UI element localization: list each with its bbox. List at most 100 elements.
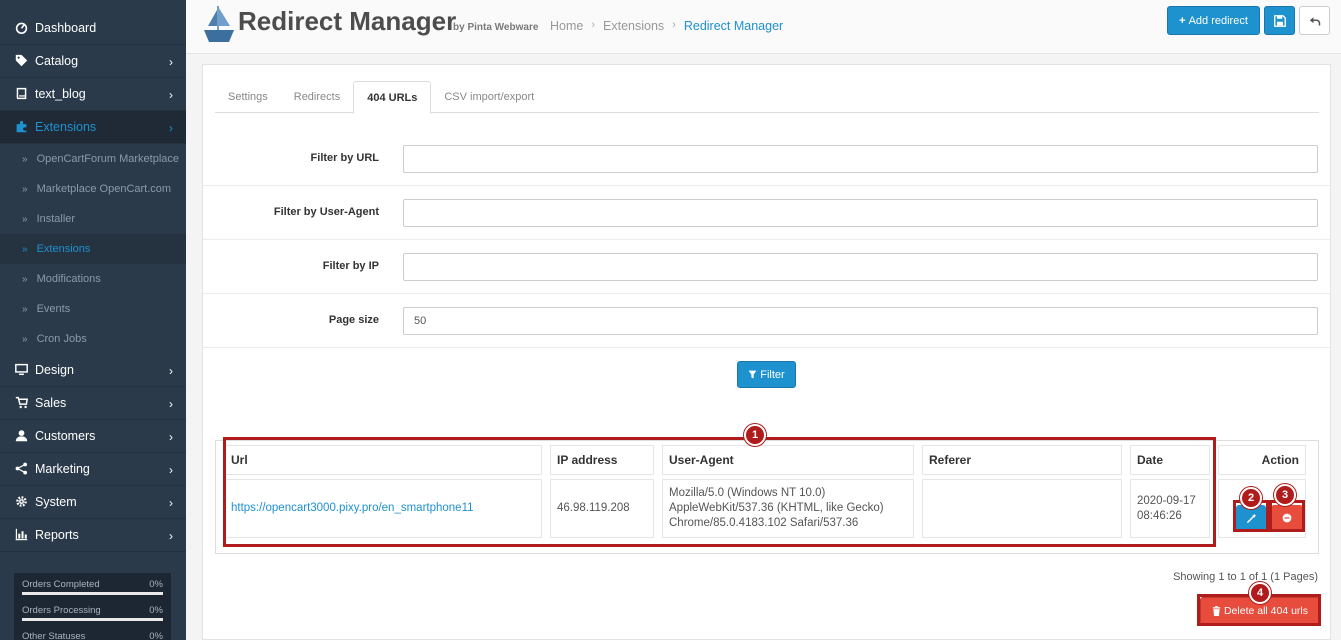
double-chevron-icon: » [22,183,28,195]
sidebar-top-spacer [0,0,186,12]
sidebar-item-label: Dashboard [35,21,97,35]
stat-other-statuses: Other Statuses 0% [22,631,163,640]
page-title: Redirect Manager [238,6,457,36]
chevron-right-icon: › [169,364,173,378]
share-icon [14,462,28,476]
filter-ip-row: Filter by IP [203,240,1330,294]
sidebar-item-label: Catalog [35,54,79,68]
subnav-item-extensions[interactable]: » Extensions [0,234,186,264]
filter-ua-input[interactable] [403,199,1318,227]
bar-chart-icon [14,528,28,542]
plus-icon: + [1179,14,1186,27]
sidebar-item-dashboard[interactable]: Dashboard [0,12,186,45]
sidebar-item-label: Extensions [35,120,97,134]
page-header: Redirect Manager by Pinta Webware Home ›… [186,0,1341,54]
filter-url-input[interactable] [403,145,1318,173]
page-size-input[interactable]: 50 [403,307,1318,335]
sidebar-item-text-blog[interactable]: text_blog › [0,78,186,111]
sidebar-item-label: Design [35,363,74,377]
extensions-submenu: » OpenCartForum Marketplace » Marketplace … [0,144,186,354]
subnav-item-label: Cron Jobs [36,333,87,345]
ship-logo-icon [204,6,234,42]
stat-label: Other Statuses [22,631,86,640]
stat-progress-bar [22,592,163,595]
sidebar-item-design[interactable]: Design › [0,354,186,387]
chevron-right-icon: › [169,430,173,444]
tab-redirects[interactable]: Redirects [281,81,353,113]
tab-bar: Settings Redirects 404 URLs CSV import/e… [215,81,1319,114]
subnav-item-events[interactable]: » Events [0,294,186,324]
subnav-item-cron-jobs[interactable]: » Cron Jobs [0,324,186,354]
dashboard-icon [14,21,28,35]
order-stats: Orders Completed 0% Orders Processing 0% O… [14,573,171,640]
filter-ua-label: Filter by User-Agent [273,206,379,218]
filter-ip-label: Filter by IP [322,260,379,272]
chevron-right-icon: › [169,121,173,135]
chevron-right-icon: › [169,463,173,477]
main-panel: Settings Redirects 404 URLs CSV import/e… [202,64,1331,640]
breadcrumb-separator-icon: › [672,19,676,31]
subnav-item-marketplace[interactable]: » Marketplace OpenCart.com [0,174,186,204]
filter-icon [748,370,757,379]
stat-label: Orders Completed [22,579,100,590]
sidebar-item-label: text_blog [35,87,86,101]
cart-icon [14,396,28,410]
breadcrumb-home[interactable]: Home [550,19,583,33]
subnav-item-opencartforum[interactable]: » OpenCartForum Marketplace [0,144,186,174]
chevron-right-icon: › [169,496,173,510]
subnav-item-label: Extensions [36,243,91,255]
double-chevron-icon: » [22,273,28,285]
filter-url-label: Filter by URL [310,152,379,164]
annotation-marker: 3 [1274,484,1296,506]
subnav-item-modifications[interactable]: » Modifications [0,264,186,294]
stat-value: 0% [149,605,163,616]
filter-ua-row: Filter by User-Agent [203,186,1330,240]
sidebar-item-reports[interactable]: Reports › [0,519,186,552]
filter-ip-input[interactable] [403,253,1318,281]
sidebar-item-label: Customers [35,429,96,443]
sidebar-item-catalog[interactable]: Catalog › [0,45,186,78]
sidebar-item-label: Marketing [35,462,90,476]
subnav-item-label: Events [36,303,71,315]
sidebar-item-customers[interactable]: Customers › [0,420,186,453]
filter-button[interactable]: Filter [737,361,796,388]
double-chevron-icon: » [22,153,28,165]
breadcrumb-extensions[interactable]: Extensions [603,19,664,33]
sidebar-item-label: Reports [35,528,79,542]
tab-csv-import-export[interactable]: CSV import/export [431,81,547,113]
sidebar-item-sales[interactable]: Sales › [0,387,186,420]
sidebar-item-extensions[interactable]: Extensions › [0,111,186,144]
breadcrumb: Home › Extensions › Redirect Manager [550,19,783,33]
chevron-right-icon: › [169,55,173,69]
filter-url-row: Filter by URL [203,132,1330,186]
pagination-results-text: Showing 1 to 1 of 1 (1 Pages) [1173,571,1318,583]
page-size-label: Page size [328,314,379,326]
tag-icon [14,54,28,68]
sidebar-item-system[interactable]: System › [0,486,186,519]
subnav-item-label: Marketplace OpenCart.com [36,183,172,195]
filter-button-label: Filter [760,368,785,381]
sidebar-item-marketing[interactable]: Marketing › [0,453,186,486]
puzzle-icon [14,120,28,134]
stat-orders-completed: Orders Completed 0% [22,579,163,590]
save-button[interactable] [1264,6,1295,35]
col-action: Action [1218,445,1306,475]
stat-value: 0% [149,631,163,640]
subnav-item-installer[interactable]: » Installer [0,204,186,234]
stat-orders-processing: Orders Processing 0% [22,605,163,616]
add-redirect-label: Add redirect [1188,14,1248,27]
reply-icon [1309,16,1320,25]
chevron-right-icon: › [169,529,173,543]
chevron-right-icon: › [169,397,173,411]
stat-value: 0% [149,579,163,590]
breadcrumb-redirect-manager[interactable]: Redirect Manager [684,19,783,33]
back-button[interactable] [1299,6,1330,35]
annotation-box-table [223,437,1216,547]
sidebar-item-label: Sales [35,396,67,410]
add-redirect-button[interactable]: + Add redirect [1167,6,1260,35]
tab-settings[interactable]: Settings [215,81,281,113]
stat-label: Orders Processing [22,605,101,616]
tab-404-urls[interactable]: 404 URLs [353,81,432,114]
double-chevron-icon: » [22,243,28,255]
monitor-icon [14,363,28,377]
